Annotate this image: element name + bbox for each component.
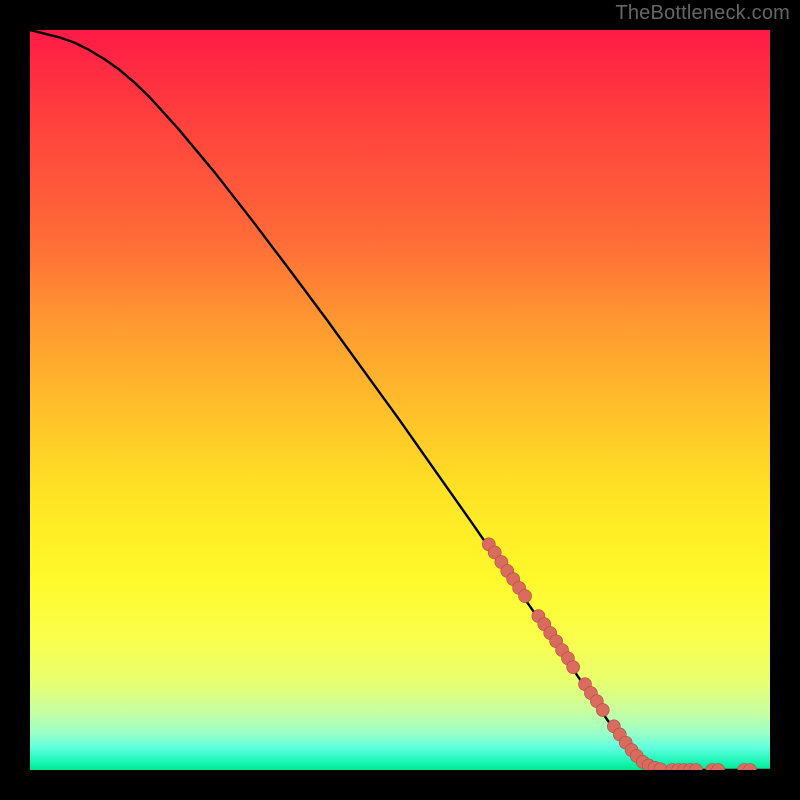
chart-svg	[30, 30, 770, 770]
chart-frame: TheBottleneck.com	[0, 0, 800, 800]
plot-area	[30, 30, 770, 770]
watermark-label: TheBottleneck.com	[615, 2, 790, 25]
curve-line	[30, 30, 770, 770]
data-markers	[482, 538, 756, 770]
